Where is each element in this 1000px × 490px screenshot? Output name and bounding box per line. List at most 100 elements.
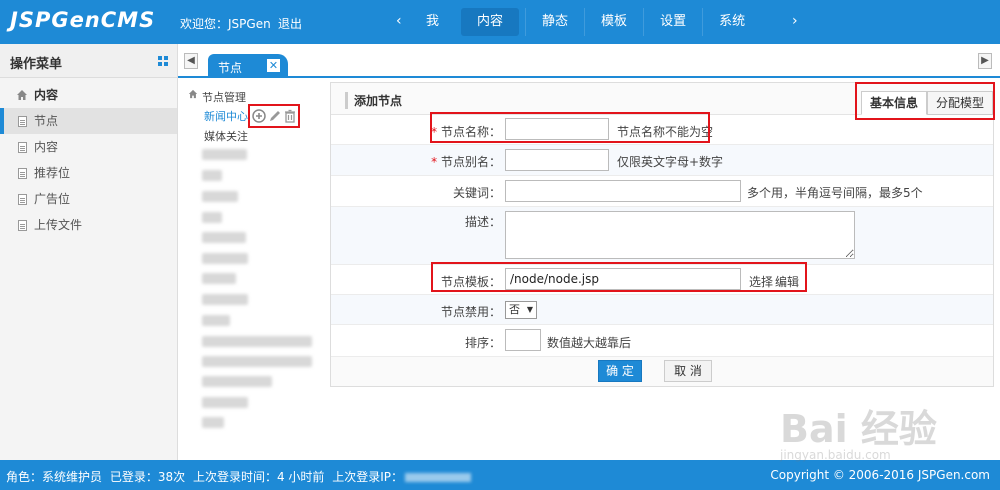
tree-node-blurred bbox=[202, 232, 246, 243]
nav-prev-icon[interactable]: ‹ bbox=[396, 13, 402, 29]
sidebar-item-label: 广告位 bbox=[34, 192, 71, 206]
sidebar: 操作菜单 内容 节点 内容 推荐位 广告位 上传文件 bbox=[0, 44, 178, 460]
nav-item-template[interactable]: 模板 bbox=[584, 8, 643, 36]
edit-icon[interactable] bbox=[268, 109, 282, 123]
grid-icon[interactable] bbox=[158, 56, 168, 66]
node-tree: 节点管理 新闻中心 媒体关注 bbox=[178, 80, 326, 458]
disable-label: 节点禁用： bbox=[440, 305, 501, 319]
submit-button[interactable]: 确 定 bbox=[598, 360, 642, 382]
tree-node-blurred bbox=[202, 397, 248, 408]
sidebar-item-upload[interactable]: 上传文件 bbox=[0, 212, 177, 238]
document-icon bbox=[18, 168, 27, 179]
description-textarea[interactable] bbox=[505, 211, 855, 259]
footer-role: 角色：系统维护员 bbox=[6, 470, 103, 484]
close-icon[interactable]: ✕ bbox=[267, 59, 280, 72]
footer-info: 角色：系统维护员 已登录：38次 上次登录时间：4 小时前 上次登录IP： bbox=[6, 468, 472, 485]
tab-scroll-right-icon[interactable]: ▶ bbox=[978, 53, 992, 69]
tree-root[interactable]: 节点管理 bbox=[202, 89, 246, 105]
tree-node-blurred bbox=[202, 191, 238, 202]
sidebar-item-label: 推荐位 bbox=[34, 166, 71, 180]
node-name-input[interactable] bbox=[505, 118, 609, 140]
required-mark: * bbox=[431, 125, 438, 139]
add-icon[interactable] bbox=[252, 109, 266, 123]
order-label: 排序： bbox=[464, 336, 501, 350]
template-select-link[interactable]: 选择 bbox=[749, 273, 773, 290]
tree-node-blurred bbox=[202, 149, 247, 160]
copyright: Copyright © 2006-2016 JSPGen.com bbox=[770, 468, 990, 482]
keywords-hint: 多个用，半角逗号间隔，最多5个 bbox=[747, 186, 923, 200]
tree-node-blurred bbox=[202, 253, 248, 264]
welcome-text: 欢迎您：JSPGen bbox=[180, 17, 271, 31]
tree-node-blurred bbox=[202, 336, 312, 347]
chevron-down-icon: ▼ bbox=[526, 305, 533, 314]
document-icon bbox=[18, 142, 27, 153]
template-edit-link[interactable]: 编辑 bbox=[775, 273, 799, 290]
keywords-input[interactable] bbox=[505, 180, 741, 202]
node-alias-label-wrap: * 节点别名： bbox=[431, 153, 501, 170]
sidebar-item-node[interactable]: 节点 bbox=[0, 108, 177, 134]
order-input[interactable] bbox=[505, 329, 541, 351]
tab-basic-info[interactable]: 基本信息 bbox=[861, 91, 928, 115]
nav-item-static[interactable]: 静态 bbox=[525, 8, 584, 36]
main-nav: 我 内容 静态 模板 设置 系统 bbox=[410, 8, 761, 36]
template-input[interactable] bbox=[505, 268, 741, 290]
disable-select-value: 否 bbox=[509, 303, 520, 316]
node-alias-input[interactable] bbox=[505, 149, 609, 171]
sidebar-group-content[interactable]: 内容 bbox=[0, 82, 177, 108]
document-icon bbox=[18, 116, 27, 127]
tree-node-media[interactable]: 媒体关注 bbox=[204, 128, 248, 144]
tab-scroll-left-icon[interactable]: ◀ bbox=[184, 53, 198, 69]
keywords-label: 关键词： bbox=[452, 186, 501, 200]
row-node-alias: * 节点别名： 仅限英文字母+数字 bbox=[331, 145, 993, 176]
tree-node-blurred bbox=[202, 294, 248, 305]
tree-node-blurred bbox=[202, 315, 230, 326]
footer-logins: 已登录：38次 bbox=[109, 470, 186, 484]
nav-item-settings[interactable]: 设置 bbox=[643, 8, 702, 36]
logout-link[interactable]: 退出 bbox=[278, 15, 302, 32]
form-panel: 添加节点 基本信息 分配模型 * 节点名称： 节点名称不能为空 * 节点别名： … bbox=[330, 82, 994, 387]
document-icon bbox=[18, 220, 27, 231]
delete-icon[interactable] bbox=[283, 109, 297, 123]
footer-ip-blurred bbox=[405, 473, 472, 482]
tree-node-blurred bbox=[202, 376, 272, 387]
sidebar-item-recommend[interactable]: 推荐位 bbox=[0, 160, 177, 186]
row-template: 节点模板： 选择 编辑 bbox=[331, 265, 993, 295]
tab-node[interactable]: 节点 ✕ bbox=[208, 54, 288, 78]
nav-item-me[interactable]: 我 bbox=[410, 8, 455, 36]
status-bar: 角色：系统维护员 已登录：38次 上次登录时间：4 小时前 上次登录IP： Co… bbox=[0, 460, 1000, 490]
watermark-logo: Bai 经验 bbox=[780, 407, 937, 451]
sidebar-item-content[interactable]: 内容 bbox=[0, 134, 177, 160]
panel-title: 添加节点 bbox=[345, 92, 402, 109]
panel-header: 添加节点 基本信息 分配模型 bbox=[331, 83, 993, 115]
disable-select[interactable]: 否 ▼ bbox=[505, 301, 537, 319]
tree-node-blurred bbox=[202, 212, 222, 223]
node-name-label-wrap: * 节点名称： bbox=[431, 123, 501, 140]
required-mark: * bbox=[431, 155, 438, 169]
nav-item-system[interactable]: 系统 bbox=[702, 8, 761, 36]
sidebar-item-ads[interactable]: 广告位 bbox=[0, 186, 177, 212]
tree-node-blurred bbox=[202, 356, 312, 367]
nav-item-content[interactable]: 内容 bbox=[461, 8, 520, 36]
home-icon bbox=[188, 89, 198, 99]
cancel-button[interactable]: 取 消 bbox=[664, 360, 712, 382]
node-name-label: 节点名称： bbox=[440, 125, 501, 139]
node-alias-hint: 仅限英文字母+数字 bbox=[617, 155, 724, 169]
tree-node-blurred bbox=[202, 417, 224, 428]
sidebar-item-label: 节点 bbox=[34, 114, 59, 128]
logo[interactable]: JSPGenCMS bbox=[10, 8, 155, 32]
tab-assign-model[interactable]: 分配模型 bbox=[927, 91, 993, 115]
node-name-hint: 节点名称不能为空 bbox=[617, 125, 714, 139]
tab-label: 节点 bbox=[218, 61, 243, 75]
sidebar-item-label: 内容 bbox=[34, 140, 59, 154]
nav-next-icon[interactable]: › bbox=[792, 13, 798, 29]
row-description: 描述： bbox=[331, 207, 993, 265]
template-label: 节点模板： bbox=[440, 275, 501, 289]
order-hint: 数值越大越靠后 bbox=[547, 336, 632, 350]
watermark: Bai 经验 jingyan.baidu.com bbox=[780, 398, 937, 462]
sidebar-item-label: 上传文件 bbox=[34, 218, 83, 232]
footer-last-ip-label: 上次登录IP： bbox=[332, 470, 404, 484]
row-keywords: 关键词： 多个用，半角逗号间隔，最多5个 bbox=[331, 176, 993, 207]
tree-node-news[interactable]: 新闻中心 bbox=[204, 108, 248, 124]
description-label: 描述： bbox=[464, 215, 501, 229]
node-alias-label: 节点别名： bbox=[440, 155, 501, 169]
